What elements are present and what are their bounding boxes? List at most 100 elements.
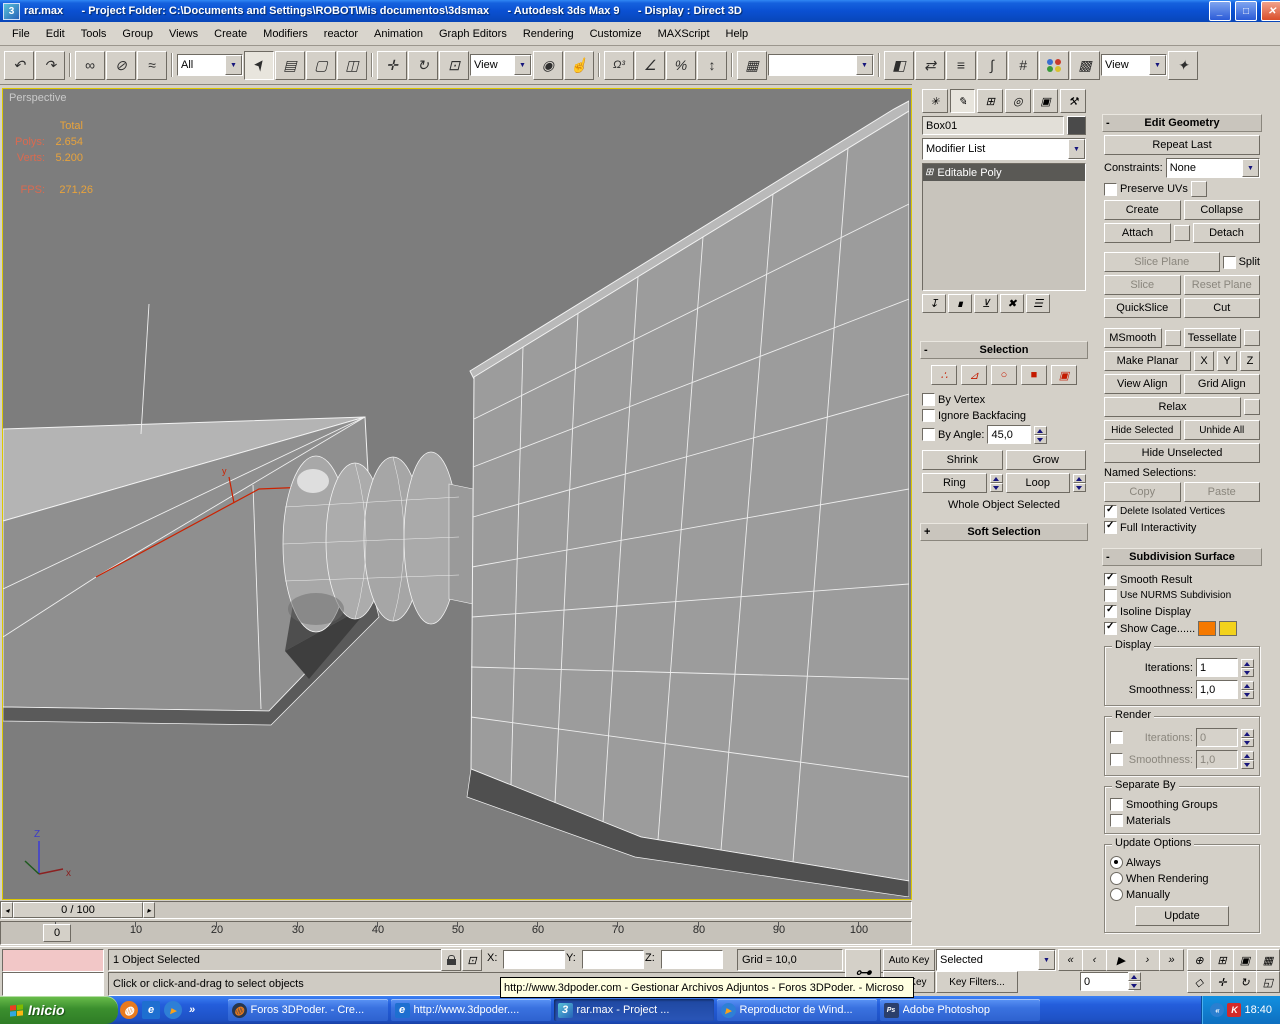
maxscript-mini-listener-bottom[interactable]	[2, 972, 104, 996]
display-smoothness-spinner[interactable]	[1241, 680, 1254, 699]
render-smoothness-field[interactable]: 1,0	[1196, 750, 1238, 769]
select-object-button[interactable]: ➤	[244, 50, 274, 80]
create-button[interactable]: Create	[1104, 200, 1181, 220]
maximize-button[interactable]: □	[1235, 1, 1257, 21]
paste-button[interactable]: Paste	[1183, 482, 1260, 502]
task-button-browser[interactable]: e http://www.3dpoder....	[390, 999, 551, 1021]
msmooth-settings-button[interactable]	[1164, 330, 1181, 346]
taskbar-clock[interactable]: 18:40	[1244, 1004, 1272, 1016]
title-bar[interactable]: 3 rar.max - Project Folder: C:\Documents…	[0, 0, 1280, 22]
percent-snap-button[interactable]: %	[666, 50, 696, 80]
quick-launch-firefox-icon[interactable]: ◍	[120, 1001, 138, 1019]
menu-tools[interactable]: Tools	[73, 25, 115, 43]
selection-filter-dropdown[interactable]: All ▼	[177, 54, 243, 76]
full-interactivity-checkbox[interactable]	[1104, 520, 1117, 534]
track-bar-ruler[interactable]: 0 10 20 30 40 50 60 70 80 90 100 0	[0, 921, 912, 945]
current-frame-field[interactable]: 0	[1080, 972, 1134, 991]
display-iterations-spinner[interactable]	[1241, 658, 1254, 677]
zoom-extents-all-button[interactable]: ▦	[1256, 949, 1280, 971]
align-button[interactable]: ⇄	[915, 50, 945, 80]
tab-utilities[interactable]: ⚒	[1060, 89, 1087, 113]
edit-named-selection-sets-button[interactable]: ▦	[737, 50, 767, 80]
planar-z-button[interactable]: Z	[1240, 351, 1260, 371]
delete-isolated-vertices-checkbox[interactable]	[1104, 504, 1117, 518]
menu-graph-editors[interactable]: Graph Editors	[431, 25, 515, 43]
ignore-backfacing-checkbox[interactable]	[922, 409, 935, 422]
rollout-subdivision-header[interactable]: - Subdivision Surface	[1102, 548, 1262, 566]
render-smoothness-spinner[interactable]	[1241, 750, 1254, 769]
preserve-uvs-checkbox[interactable]	[1104, 182, 1117, 196]
use-pivot-center-button[interactable]: ◉	[533, 50, 563, 80]
go-to-start-button[interactable]: «	[1058, 949, 1083, 971]
layer-manager-button[interactable]: ≡	[946, 50, 976, 80]
configure-modifier-sets-button[interactable]: ☰	[1026, 294, 1050, 313]
smooth-result-checkbox[interactable]	[1104, 572, 1117, 586]
attach-button[interactable]: Attach	[1104, 223, 1171, 243]
current-frame-indicator[interactable]: 0	[43, 924, 71, 942]
render-iterations-spinner[interactable]	[1241, 728, 1254, 747]
copy-button[interactable]: Copy	[1104, 482, 1181, 502]
viewport-label[interactable]: Perspective	[9, 92, 66, 104]
by-vertex-checkbox[interactable]	[922, 393, 935, 406]
select-by-name-button[interactable]: ▤	[275, 50, 305, 80]
display-iterations-field[interactable]: 1	[1196, 658, 1238, 677]
render-setup-button[interactable]: ▩	[1070, 50, 1100, 80]
key-filters-button[interactable]: Key Filters...	[936, 971, 1018, 993]
unhide-all-button[interactable]: Unhide All	[1183, 420, 1260, 440]
perspective-viewport[interactable]: y Z x Perspective Total Polys: 2.654 Ver…	[2, 88, 912, 900]
msmooth-button[interactable]: MSmooth	[1104, 328, 1162, 348]
absolute-offset-toggle-button[interactable]: ⊡	[462, 949, 482, 971]
rollout-soft-selection-header[interactable]: + Soft Selection	[920, 523, 1088, 541]
select-and-link-button[interactable]: ∞	[75, 50, 105, 80]
z-coordinate-field[interactable]	[661, 950, 723, 969]
reference-coordsys-dropdown[interactable]: View ▼	[470, 54, 532, 76]
window-crossing-toggle-button[interactable]: ◫	[337, 50, 367, 80]
ring-button[interactable]: Ring	[922, 473, 987, 493]
rollout-selection-header[interactable]: - Selection	[920, 341, 1088, 359]
menu-create[interactable]: Create	[206, 25, 255, 43]
grid-align-button[interactable]: Grid Align	[1183, 374, 1260, 394]
tessellate-button[interactable]: Tessellate	[1183, 328, 1241, 348]
schematic-view-button[interactable]: #	[1008, 50, 1038, 80]
modifier-list-dropdown[interactable]: Modifier List ▼	[922, 138, 1086, 160]
angle-value-field[interactable]: 45,0	[987, 425, 1032, 444]
select-and-move-button[interactable]: ✛	[377, 50, 407, 80]
quickslice-button[interactable]: QuickSlice	[1104, 298, 1181, 318]
relax-settings-button[interactable]	[1244, 399, 1260, 415]
menu-customize[interactable]: Customize	[582, 25, 650, 43]
show-end-result-button[interactable]: ∎	[948, 294, 972, 313]
selection-lock-button[interactable]	[441, 949, 461, 971]
split-checkbox[interactable]	[1222, 255, 1236, 269]
menu-group[interactable]: Group	[114, 25, 161, 43]
object-color-swatch[interactable]	[1067, 116, 1086, 135]
loop-spinner[interactable]	[1073, 474, 1086, 492]
tab-motion[interactable]: ◎	[1005, 89, 1031, 113]
select-and-scale-button[interactable]: ⊡	[439, 50, 469, 80]
constraints-dropdown[interactable]: None ▼	[1165, 158, 1260, 178]
next-frame-button[interactable]: ›	[1135, 949, 1160, 971]
use-nurms-checkbox[interactable]	[1104, 589, 1117, 602]
play-animation-button[interactable]: ▶	[1106, 949, 1136, 971]
hide-selected-button[interactable]: Hide Selected	[1104, 420, 1181, 440]
tab-hierarchy[interactable]: ⊞	[977, 89, 1004, 113]
rectangular-selection-region-button[interactable]: ▢	[306, 50, 336, 80]
render-smoothness-checkbox[interactable]	[1110, 753, 1123, 766]
always-radio[interactable]	[1110, 856, 1123, 869]
time-slider-handle[interactable]: 0 / 100	[13, 902, 143, 918]
named-selection-dropdown[interactable]: ▼	[768, 54, 874, 76]
close-button[interactable]: ✕	[1261, 1, 1280, 21]
attach-settings-button[interactable]	[1174, 225, 1190, 241]
smoothing-groups-checkbox[interactable]	[1110, 798, 1123, 811]
selection-set-dropdown[interactable]: Selected ▼	[936, 949, 1056, 971]
arc-rotate-button[interactable]: ↻	[1233, 971, 1257, 993]
menu-file[interactable]: File	[4, 25, 38, 43]
cage-color-swatch-2[interactable]	[1219, 621, 1238, 636]
rollout-edit-geometry-header[interactable]: - Edit Geometry	[1102, 114, 1262, 132]
reset-plane-button[interactable]: Reset Plane	[1183, 275, 1260, 295]
quick-render-button[interactable]: ✦	[1168, 50, 1198, 80]
menu-maxscript[interactable]: MAXScript	[650, 25, 718, 43]
track-bar[interactable]: 0 10 20 30 40 50 60 70 80 90 100 0	[0, 919, 912, 946]
spinner-snap-button[interactable]: ↕	[697, 50, 727, 80]
select-and-manipulate-button[interactable]: ☝	[564, 50, 594, 80]
make-unique-button[interactable]: ⊻	[974, 294, 998, 313]
